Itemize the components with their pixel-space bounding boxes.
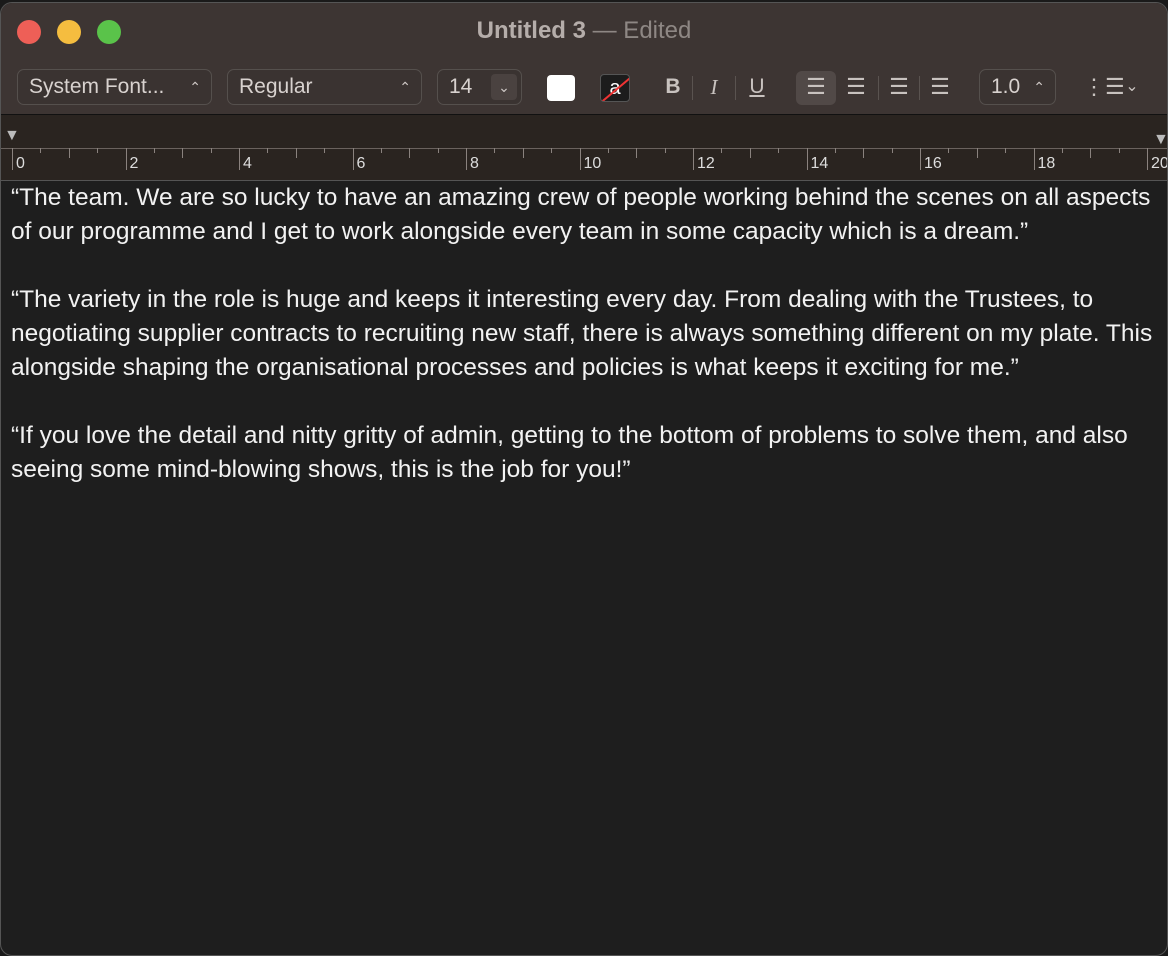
ruler-tick [239,148,240,170]
list-button[interactable]: ⋮☰ [1083,73,1125,101]
ruler-tick [693,148,694,170]
updown-icon: ⌃ [1033,79,1045,95]
ruler-tick [68,148,70,158]
ruler-tick [466,148,467,170]
edited-label: — Edited [592,17,692,44]
ruler-tick [778,148,780,153]
ruler-label: 16 [924,155,942,172]
ruler-tick [295,148,297,158]
ruler-label: 20 [1151,155,1168,172]
underline-button[interactable]: U [747,73,767,101]
ruler-tick [721,148,723,153]
ruler-tick [494,148,496,153]
ruler-label: 18 [1037,155,1056,172]
ruler-tick [891,148,893,153]
ruler-tick [182,148,184,158]
ruler-tick [976,148,978,158]
ruler-tick [352,148,354,170]
bold-button[interactable]: B [663,73,683,101]
ruler-tick [40,148,42,153]
ruler-tick [380,148,382,153]
ruler-tick [579,148,581,170]
right-margin-marker-icon[interactable]: ▼ [1153,131,1167,149]
ruler-tick [267,148,269,153]
ruler-label: 0 [16,155,25,172]
ruler-tick [834,148,836,153]
titlebar: Untitled 3 — Edited System Font... ⌃ Regu… [1,3,1167,115]
ruler-label: 4 [243,155,252,172]
ruler-tick [153,148,155,153]
font-family-value: System Font... [29,75,165,98]
align-left-icon: ☰ [806,74,826,99]
ruler-tick [1147,148,1148,170]
ruler-tick [409,148,411,158]
ruler-tick [1005,148,1007,153]
ruler-tick [948,148,950,153]
ruler-tick [12,148,13,170]
textedit-window: Untitled 3 — Edited System Font... ⌃ Regu… [0,2,1168,956]
align-right-button[interactable]: ☰ [884,73,914,101]
ruler-tick [1033,148,1035,170]
ruler-label: 12 [697,155,715,172]
font-style-select[interactable]: Regular ⌃ [227,69,422,105]
ruler-label: 8 [470,155,479,172]
ruler-label: 2 [129,155,139,172]
window-title: Untitled 3 — Edited [1,17,1167,45]
ruler-tick [324,148,326,153]
ruler-label: 6 [356,155,366,172]
align-center-button[interactable]: ☰ [841,73,871,101]
ruler-tick [210,148,212,153]
paragraph: “The team. We are so lucky to have an am… [11,184,1151,245]
ruler-tick [749,148,751,158]
text-color-well[interactable] [547,75,575,101]
ruler-tick [125,148,127,170]
paragraph: “The variety in the role is huge and kee… [11,286,1153,381]
ruler-tick [551,148,553,153]
line-spacing-select[interactable]: 1.0 ⌃ [979,69,1056,105]
line-spacing-value: 1.0 [991,75,1021,98]
chevron-down-icon[interactable]: ⌄ [491,74,517,100]
ruler-tick [1090,148,1092,158]
justify-button[interactable]: ☰ [925,73,955,101]
document-text-area[interactable]: “The team. We are so lucky to have an am… [11,181,1161,521]
ruler[interactable]: ▼ ▼ 0 2 4 6 8 10 12 14 16 18 20 [1,115,1167,181]
ruler-tick [1118,148,1120,153]
ruler-label: 10 [583,155,602,172]
italic-button[interactable]: I [704,73,724,101]
title-text: Untitled 3 [476,17,586,44]
ruler-tick [1061,148,1063,153]
font-size-value: 14 [449,75,473,98]
ruler-tick [863,148,865,158]
highlight-color-well[interactable]: a [600,74,630,102]
ruler-tick [920,148,921,170]
font-family-select[interactable]: System Font... ⌃ [17,69,212,105]
updown-icon: ⌃ [399,79,411,95]
ruler-tick [607,148,609,153]
indent-marker-icon[interactable]: ▼ [4,127,20,145]
ruler-tick [437,148,439,153]
font-size-combo[interactable]: 14 ⌄ [437,69,522,105]
ruler-tick [664,148,666,153]
updown-icon: ⌃ [189,79,201,95]
ruler-tick [522,148,524,158]
ruler-tick [636,148,638,158]
paragraph: “If you love the detail and nitty gritty… [11,422,1128,483]
ruler-tick [97,148,99,153]
font-style-value: Regular [239,75,313,98]
chevron-down-icon[interactable]: ⌄ [1123,73,1141,101]
ruler-tick [806,148,808,170]
ruler-label: 14 [810,155,829,172]
